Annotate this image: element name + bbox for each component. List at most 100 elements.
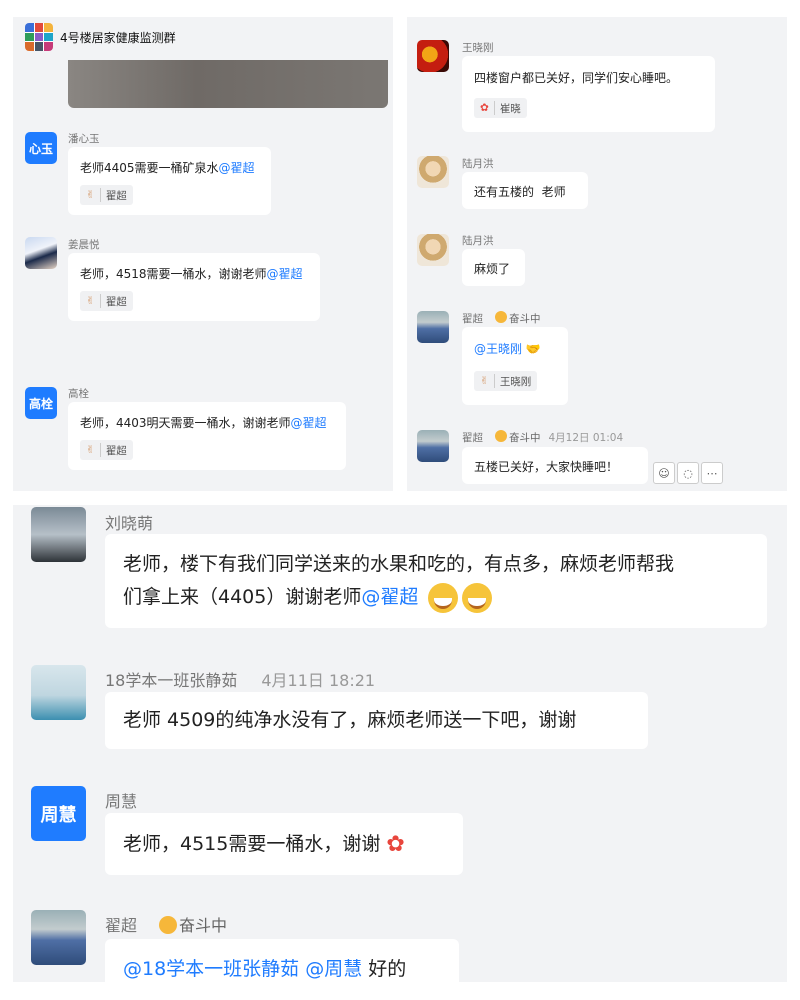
message-bubble[interactable]: 麻烦了: [462, 249, 525, 286]
chat-panel-group: 刘晓萌 老师，楼下有我们同学送来的水果和吃的，有点多，麻烦老师帮我 们拿上来（4…: [13, 505, 787, 982]
message-bubble[interactable]: 老师4405需要一桶矿泉水@翟超 ✌ 翟超: [68, 147, 271, 215]
clap-icon: ✌: [86, 444, 95, 456]
status-label: 奋斗中: [179, 916, 228, 935]
message-text: 老师，楼下有我们同学送来的水果和吃的，有点多，麻烦老师帮我: [123, 553, 675, 575]
clap-icon: ✌: [86, 189, 95, 201]
message-bubble[interactable]: 四楼窗户都已关好，同学们安心睡吧。 ✿ 崔晓: [462, 56, 715, 132]
mention[interactable]: @18学本一班张静茹: [123, 958, 299, 980]
user-status: 奋斗中: [495, 430, 541, 444]
message-bubble[interactable]: @18学本一班张静茹 @周慧 好的: [105, 939, 459, 982]
message-bubble[interactable]: 老师，楼下有我们同学送来的水果和吃的，有点多，麻烦老师帮我 们拿上来（4405）…: [105, 534, 767, 628]
avatar[interactable]: [25, 237, 57, 269]
sender-label: 18学本一班张静茹: [105, 671, 238, 690]
avatar[interactable]: [417, 156, 449, 188]
sender-name: 陆月洪: [462, 235, 494, 247]
handshake-icon: 🤝: [525, 342, 541, 356]
user-status: 奋斗中: [159, 916, 227, 935]
mention[interactable]: @翟超: [291, 416, 327, 430]
status-label: 奋斗中: [509, 432, 541, 444]
grin-emoji-icon: [428, 582, 459, 613]
smile-icon: [495, 430, 507, 442]
sender-name: 潘心玉: [68, 133, 100, 145]
reply-icon[interactable]: ◌: [677, 462, 699, 484]
reaction-user: 翟超: [105, 295, 127, 308]
sender-name: 18学本一班张静茹 4月11日 18:21: [105, 667, 375, 691]
message-text: 老师4405需要一桶矿泉水: [80, 161, 219, 175]
reaction-user: 王晓刚: [499, 375, 532, 388]
reaction-user: 翟超: [105, 189, 127, 202]
sender-name: 刘晓萌: [105, 514, 154, 533]
flower-emoji-icon: ✿: [386, 831, 405, 857]
mention[interactable]: @翟超: [361, 586, 418, 608]
smile-icon: [159, 916, 178, 934]
avatar[interactable]: 高栓: [25, 387, 57, 419]
message-text: 老师，4403明天需要一桶水，谢谢老师: [80, 416, 291, 430]
sender-name: 陆月洪: [462, 158, 494, 170]
message-text: 老师，4515需要一桶水，谢谢: [123, 833, 381, 855]
chat-panel-group: 王晓刚 四楼窗户都已关好，同学们安心睡吧。 ✿ 崔晓 陆月洪 还有五楼的 老师 陆…: [407, 17, 787, 491]
chat-panel-group: 4号楼居家健康监测群 心玉 潘心玉 老师4405需要一桶矿泉水@翟超 ✌ 翟超 姜…: [13, 17, 393, 491]
message-text: 还有五楼的 老师: [474, 185, 566, 199]
sender-label: 翟超: [462, 432, 483, 444]
reaction-chip[interactable]: ✌ 翟超: [80, 291, 133, 311]
message-text: 麻烦了: [474, 262, 511, 276]
avatar[interactable]: [417, 40, 449, 72]
sender-name: 姜晨悦: [68, 239, 100, 251]
message-text: 五楼已关好，大家快睡吧！: [474, 460, 619, 474]
reaction-chip[interactable]: ✌ 翟超: [80, 185, 133, 205]
grin-emoji-icon: [462, 582, 493, 613]
sender-name: 高栓: [68, 388, 89, 400]
message-time: 4月11日 18:21: [261, 671, 376, 690]
mention[interactable]: @翟超: [267, 267, 303, 281]
message-bubble[interactable]: 老师，4403明天需要一桶水，谢谢老师@翟超 ✌ 翟超: [68, 402, 346, 470]
avatar[interactable]: [31, 507, 86, 562]
message-bubble[interactable]: 老师，4515需要一桶水，谢谢 ✿: [105, 813, 463, 875]
message-time: 4月12日 01:04: [548, 432, 624, 444]
avatar[interactable]: [31, 665, 86, 720]
smile-icon: [495, 311, 507, 323]
clap-icon: ✌: [86, 295, 95, 307]
sender-name: 翟超 奋斗中: [105, 912, 227, 936]
mention[interactable]: @周慧: [305, 958, 362, 980]
group-title: 4号楼居家健康监测群: [60, 31, 176, 45]
message-bubble[interactable]: 老师，4518需要一桶水，谢谢老师@翟超 ✌ 翟超: [68, 253, 320, 321]
message-bubble[interactable]: 五楼已关好，大家快睡吧！: [462, 447, 648, 484]
avatar[interactable]: [31, 910, 86, 965]
emoji-reaction-icon[interactable]: ☺: [653, 462, 675, 484]
message-actions: ☺ ◌ ⋯: [653, 462, 723, 484]
mention[interactable]: @翟超: [219, 161, 255, 175]
avatar[interactable]: 周慧: [31, 786, 86, 841]
sender-label: 翟超: [105, 916, 138, 935]
message-text: 四楼窗户都已关好，同学们安心睡吧。: [474, 71, 679, 85]
user-status: 奋斗中: [495, 311, 541, 325]
sender-name: 王晓刚: [462, 42, 494, 54]
message-text: 好的: [368, 958, 407, 980]
reaction-chip[interactable]: ✌ 王晓刚: [474, 371, 538, 391]
mention[interactable]: @王晓刚: [474, 342, 522, 356]
reaction-user: 翟超: [105, 444, 127, 457]
sender-name: 翟超 奋斗中: [462, 311, 541, 326]
sender-label: 翟超: [462, 313, 483, 325]
avatar[interactable]: [417, 430, 449, 462]
avatar[interactable]: [417, 234, 449, 266]
chat-header: 4号楼居家健康监测群: [13, 17, 393, 61]
message-text: 们拿上来（4405）谢谢老师: [123, 586, 362, 608]
sender-name: 翟超 奋斗中 4月12日 01:04: [462, 430, 623, 445]
clap-icon: ✌: [480, 375, 489, 387]
reaction-user: 崔晓: [499, 102, 521, 115]
message-text: 老师 4509的纯净水没有了，麻烦老师送一下吧，谢谢: [123, 709, 577, 731]
reaction-chip[interactable]: ✌ 翟超: [80, 440, 133, 460]
reaction-chip[interactable]: ✿ 崔晓: [474, 98, 527, 118]
flower-icon: ✿: [480, 102, 489, 114]
message-bubble[interactable]: 老师 4509的纯净水没有了，麻烦老师送一下吧，谢谢: [105, 692, 648, 749]
avatar[interactable]: [417, 311, 449, 343]
status-label: 奋斗中: [509, 313, 541, 325]
message-bubble[interactable]: @王晓刚 🤝 ✌ 王晓刚: [462, 327, 568, 405]
avatar[interactable]: 心玉: [25, 132, 57, 164]
more-icon[interactable]: ⋯: [701, 462, 723, 484]
group-avatar[interactable]: [25, 23, 53, 51]
image-message[interactable]: [68, 60, 388, 108]
message-bubble[interactable]: 还有五楼的 老师: [462, 172, 588, 209]
sender-name: 周慧: [105, 792, 138, 811]
message-text: 老师，4518需要一桶水，谢谢老师: [80, 267, 267, 281]
